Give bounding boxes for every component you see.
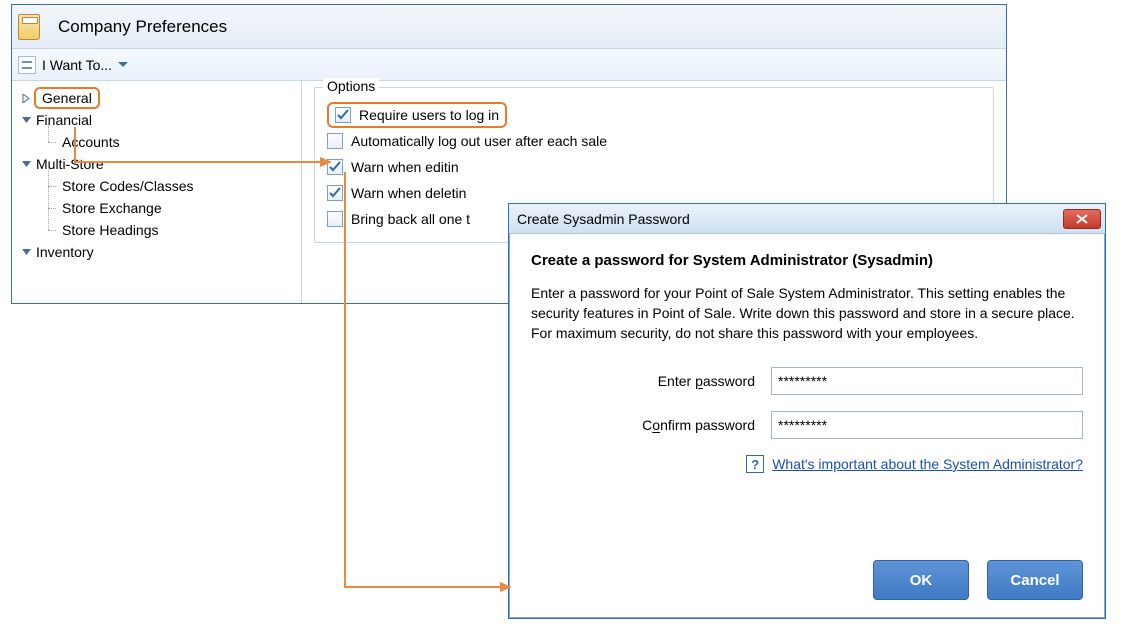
preferences-titlebar: Company Preferences: [12, 5, 1006, 49]
tree-arrow-down-icon: [18, 248, 34, 257]
list-icon: [18, 56, 36, 74]
enter-password-row: Enter password: [531, 367, 1083, 395]
option-label: Warn when deletin: [351, 185, 466, 201]
checkbox-checked-icon[interactable]: [335, 107, 351, 123]
ok-button[interactable]: OK: [873, 560, 969, 600]
dialog-body: Create a password for System Administrat…: [509, 234, 1105, 560]
tree-label: Financial: [34, 109, 94, 131]
tree-item-storecodes[interactable]: Store Codes/Classes: [48, 175, 301, 197]
tree-item-financial[interactable]: Financial: [18, 109, 301, 131]
option-auto-logout[interactable]: Automatically log out user after each sa…: [327, 128, 981, 154]
tree-label: Store Exchange: [60, 197, 164, 219]
chevron-down-icon: [118, 62, 128, 68]
option-label: Warn when editin: [351, 159, 459, 175]
dialog-heading: Create a password for System Administrat…: [531, 252, 1083, 269]
tree-item-general[interactable]: General: [18, 87, 301, 109]
tree-item-multistore[interactable]: Multi-Store: [18, 153, 301, 175]
tree-item-inventory[interactable]: Inventory: [18, 241, 301, 263]
checkbox-icon[interactable]: [327, 133, 343, 149]
dialog-description: Enter a password for your Point of Sale …: [531, 283, 1083, 343]
tree-label: General: [34, 87, 100, 109]
checkbox-checked-icon[interactable]: [327, 159, 343, 175]
iwantto-button[interactable]: I Want To...: [42, 57, 112, 73]
preferences-title: Company Preferences: [58, 17, 227, 37]
option-label: Automatically log out user after each sa…: [351, 133, 607, 149]
help-link[interactable]: What's important about the System Admini…: [772, 456, 1083, 472]
tree-label: Store Headings: [60, 219, 161, 241]
tree-label: Multi-Store: [34, 153, 106, 175]
help-icon: ?: [746, 455, 764, 473]
tree-label: Accounts: [60, 131, 122, 153]
tree-arrow-right-icon: [18, 94, 34, 103]
option-label: Require users to log in: [359, 107, 499, 123]
preferences-tree[interactable]: General Financial Accounts Multi-Store: [12, 81, 302, 303]
tree-item-storeheadings[interactable]: Store Headings: [48, 219, 301, 241]
cancel-button[interactable]: Cancel: [987, 560, 1083, 600]
preferences-toolbar: I Want To...: [12, 49, 1006, 81]
tree-arrow-down-icon: [18, 160, 34, 169]
close-button[interactable]: [1063, 209, 1101, 229]
dialog-title: Create Sysadmin Password: [517, 211, 690, 227]
checkbox-checked-icon[interactable]: [327, 185, 343, 201]
enter-password-input[interactable]: [771, 367, 1083, 395]
close-icon: [1075, 214, 1089, 224]
tree-label: Store Codes/Classes: [60, 175, 196, 197]
tree-label: Inventory: [34, 241, 96, 263]
tree-arrow-down-icon: [18, 116, 34, 125]
option-label: Bring back all one t: [351, 211, 470, 227]
confirm-password-label: Confirm password: [531, 417, 771, 433]
help-row: ? What's important about the System Admi…: [531, 455, 1083, 473]
options-legend: Options: [323, 78, 379, 94]
preferences-icon: [18, 14, 40, 40]
option-require-login[interactable]: Require users to log in: [327, 102, 507, 128]
tree-item-accounts[interactable]: Accounts: [48, 131, 301, 153]
dialog-button-row: OK Cancel: [509, 560, 1105, 618]
enter-password-label: Enter password: [531, 373, 771, 389]
confirm-password-input[interactable]: [771, 411, 1083, 439]
tree-item-storeexchange[interactable]: Store Exchange: [48, 197, 301, 219]
create-sysadmin-password-dialog: Create Sysadmin Password Create a passwo…: [508, 203, 1106, 619]
checkbox-icon[interactable]: [327, 211, 343, 227]
option-warn-edit[interactable]: Warn when editin: [327, 154, 981, 180]
confirm-password-row: Confirm password: [531, 411, 1083, 439]
dialog-titlebar: Create Sysadmin Password: [509, 204, 1105, 234]
